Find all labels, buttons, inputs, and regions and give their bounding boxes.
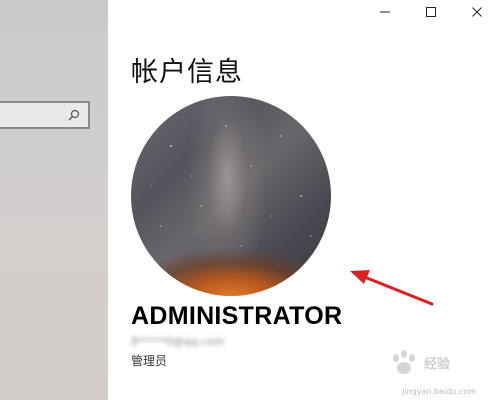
baidu-watermark-logo: 经验 <box>393 350 451 374</box>
maximize-icon <box>426 7 436 17</box>
account-avatar <box>131 96 331 296</box>
close-button[interactable] <box>454 0 500 24</box>
search-input[interactable] <box>0 101 90 129</box>
svg-text:经验: 经验 <box>424 356 451 372</box>
account-email: 8*****0@qq.com <box>131 335 225 348</box>
close-icon <box>472 7 482 17</box>
maximize-button[interactable] <box>408 0 454 24</box>
minimize-button[interactable] <box>362 0 408 24</box>
annotation-arrow <box>350 270 434 306</box>
settings-window: 帐户信息 ADMINISTRATOR 8*****0@qq.com 管理员 经验… <box>0 0 500 400</box>
minimize-icon <box>380 11 390 13</box>
page-title: 帐户信息 <box>131 57 243 88</box>
search-icon[interactable] <box>68 109 80 121</box>
account-role: 管理员 <box>131 354 168 368</box>
watermark-url: jingyan.baidu.com <box>402 387 476 396</box>
account-name: ADMINISTRATOR <box>131 302 343 330</box>
avatar-starfield <box>150 125 312 247</box>
sidebar <box>0 0 108 400</box>
window-caption-buttons <box>362 0 500 24</box>
